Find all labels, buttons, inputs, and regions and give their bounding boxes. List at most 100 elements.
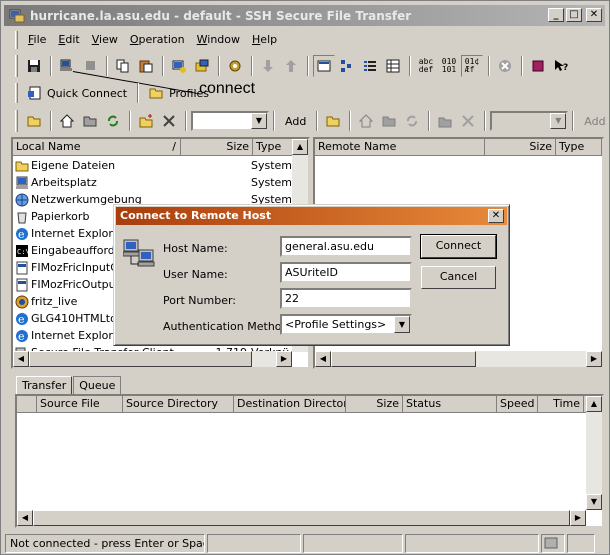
local-delete-button[interactable] [158,110,180,132]
local-file-row[interactable]: Arbeitsplatz System [13,174,308,191]
local-home-button[interactable] [56,110,78,132]
scroll-right-arrow-icon[interactable]: ▶ [570,510,586,526]
paste-button[interactable] [135,55,157,77]
transfer-horizontal-scrollbar[interactable]: ◀ ▶ [17,510,586,526]
remote-delete-button[interactable] [457,110,479,132]
scroll-right-arrow-icon[interactable]: ▶ [276,351,292,367]
chevron-down-icon[interactable]: ▼ [251,113,267,129]
dialog-close-button[interactable]: ✕ [488,209,504,223]
remote-type-column[interactable]: Type [556,139,602,156]
menu-window[interactable]: Window [192,30,247,50]
transfer-vertical-scrollbar[interactable]: ▲ ▼ [586,396,602,510]
local-path-combo[interactable]: ▼ [191,111,269,131]
transfer-size-column[interactable]: Size [346,396,403,413]
transfer-icon-column[interactable] [17,396,37,413]
quick-connect-button[interactable]: Quick Connect [21,82,133,104]
upload-button[interactable] [280,55,302,77]
tab-transfer[interactable]: Transfer [16,376,73,395]
tab-queue[interactable]: Queue [73,376,122,395]
help-topics-button[interactable] [527,55,549,77]
maximize-button[interactable]: □ [566,8,582,22]
view-large-icons-button[interactable] [313,55,335,77]
menu-file[interactable]: File [23,30,53,50]
remote-folder-button[interactable] [378,110,400,132]
local-folder-button[interactable] [79,110,101,132]
profiles-button[interactable]: Profiles [143,82,215,104]
new-window-button[interactable] [168,55,190,77]
user-name-label: User Name: [163,268,228,281]
close-button[interactable]: ✕ [586,8,602,22]
remote-refresh-button[interactable] [401,110,423,132]
transfer-time-column[interactable]: Time [538,396,584,413]
scroll-left-arrow-icon[interactable]: ◀ [315,351,331,367]
folder-icon [149,88,163,99]
connect-button[interactable]: Connect [420,234,497,259]
view-list-button[interactable] [359,55,381,77]
local-file-row[interactable]: Eigene Dateien System [13,157,308,174]
scroll-left-arrow-icon[interactable]: ◀ [13,351,29,367]
host-name-input[interactable]: general.asu.edu [280,236,412,257]
user-name-input[interactable]: ASUriteID [280,262,412,283]
scroll-down-arrow-icon[interactable]: ▼ [586,494,602,510]
local-size-column[interactable]: Size [181,139,253,156]
menu-help[interactable]: Help [247,30,284,50]
local-refresh-button[interactable] [102,110,124,132]
local-hscroll-thumb[interactable] [29,351,252,367]
ascii-mode-button[interactable]: abc def [415,55,437,77]
remote-add-button[interactable]: Add [578,110,610,132]
remote-name-column[interactable]: Remote Name [315,139,485,156]
local-name-column[interactable]: Local Name / [13,139,181,156]
toolbar-grip[interactable] [15,55,18,77]
menubar-grip[interactable] [15,31,18,49]
local-add-button[interactable]: Add [279,110,312,132]
scroll-up-arrow-icon[interactable]: ▲ [292,139,308,155]
stop-button[interactable] [494,55,516,77]
addressbar-grip[interactable] [15,110,18,132]
context-help-button[interactable]: ? [550,55,572,77]
remote-hscroll-thumb[interactable] [331,351,476,367]
menu-edit[interactable]: Edit [53,30,86,50]
quickbar-grip[interactable] [15,83,18,103]
binary-mode-button[interactable]: 010 101 [438,55,460,77]
remote-new-folder-button[interactable] [434,110,456,132]
quick-connect-toolbar-button[interactable] [56,55,78,77]
transfer-status-column[interactable]: Status [403,396,497,413]
minimize-button[interactable]: _ [548,8,564,22]
menu-view[interactable]: View [87,30,125,50]
view-small-icons-button[interactable] [336,55,358,77]
scroll-left-arrow-icon[interactable]: ◀ [17,510,33,526]
source-file-column[interactable]: Source File [37,396,123,413]
source-directory-column[interactable]: Source Directory [123,396,234,413]
destination-directory-column[interactable]: Destination Directory [234,396,346,413]
auth-method-select[interactable]: <Profile Settings> ▼ [280,314,412,335]
scroll-up-arrow-icon[interactable]: ▲ [586,396,602,412]
dialog-title-bar[interactable]: Connect to Remote Host ✕ [116,207,507,225]
chevron-down-icon[interactable]: ▼ [394,316,410,333]
menu-operation[interactable]: Operation [125,30,192,50]
auto-mode-button[interactable]: 01¢ Æf [461,55,483,77]
remote-horizontal-scrollbar[interactable]: ◀ ▶ [315,351,602,367]
local-parent-folder-button[interactable] [23,110,45,132]
remote-parent-folder-button[interactable] [322,110,344,132]
remote-path-combo[interactable]: ▼ [490,111,569,131]
file-transfer-button[interactable] [191,55,213,77]
local-new-folder-button[interactable] [135,110,157,132]
copy-button[interactable] [112,55,134,77]
local-type-column[interactable]: Type [253,139,293,156]
download-button[interactable] [257,55,279,77]
remote-size-column[interactable]: Size [485,139,556,156]
transfer-speed-column[interactable]: Speed [497,396,538,413]
cancel-button[interactable]: Cancel [421,266,496,289]
port-number-input[interactable]: 22 [280,288,412,309]
transfer-hscroll-thumb[interactable] [33,510,570,526]
book-icon [532,60,544,72]
chevron-down-icon[interactable]: ▼ [550,113,567,129]
terminal-icon [172,60,186,73]
local-horizontal-scrollbar[interactable]: ◀ ▶ [13,351,292,367]
view-details-button[interactable] [382,55,404,77]
save-button[interactable] [23,55,45,77]
remote-home-button[interactable] [355,110,377,132]
settings-button[interactable] [224,55,246,77]
scroll-right-arrow-icon[interactable]: ▶ [586,351,602,367]
title-bar[interactable]: hurricane.la.asu.edu - default - SSH Sec… [4,5,605,26]
